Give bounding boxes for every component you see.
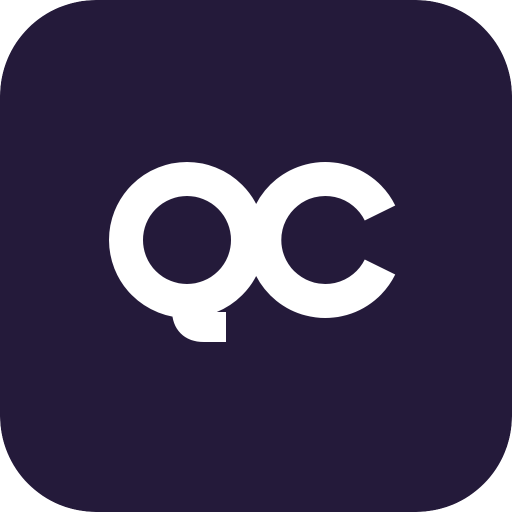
qc-logo (0, 0, 512, 512)
app-icon (0, 0, 512, 512)
